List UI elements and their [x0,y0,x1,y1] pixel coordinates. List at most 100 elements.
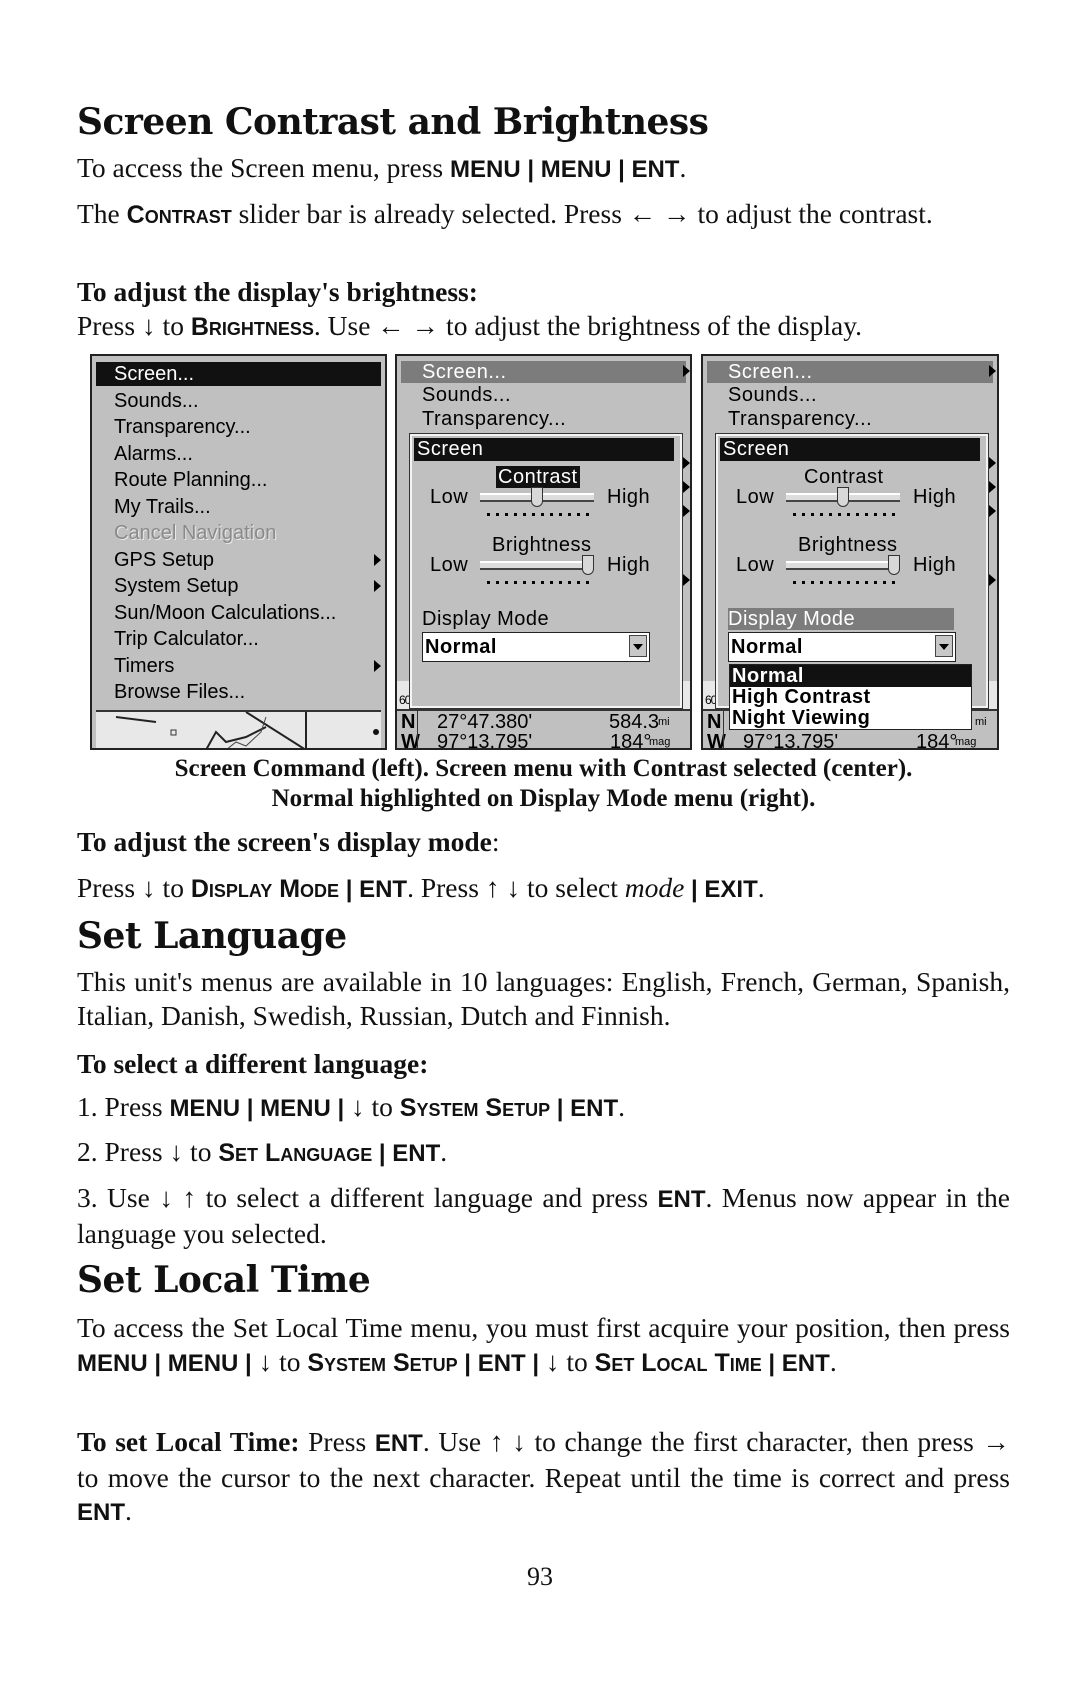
text-run: . Press ↑ ↓ to select [407,872,625,903]
slider-tick-marks [487,513,589,516]
text-run: To access the Set Local Time menu, you m… [77,1312,1010,1343]
page-number: 93 [527,1562,553,1591]
slider-tick-marks [793,581,895,584]
menu-item[interactable]: Screen... [114,363,194,385]
brightness-slider-thumb[interactable] [888,555,901,575]
text-run: slider bar is already selected. Press ← … [231,198,933,229]
display-mode-option[interactable]: Normal [730,665,971,687]
display-mode-option[interactable]: High Contrast [730,686,971,708]
text-run: . [829,1345,837,1377]
divider [723,709,724,748]
paragraph: This unit's menus are available in 10 la… [77,965,1010,1032]
contrast-label: Contrast [804,466,884,488]
brightness-slider[interactable] [786,561,900,570]
step-3: 3. Use ↓ ↑ to select a different languag… [77,1181,1010,1250]
menu-item[interactable]: Sounds... [114,390,199,412]
paragraph: The Contrast slider bar is already selec… [77,197,1010,233]
low-label: Low [736,554,775,576]
brightness-label: Brightness [798,534,898,556]
screen-center-contrast: Screen...Sounds...Transparency...60miNW2… [395,354,692,750]
bearing: 184° [610,731,652,750]
text-run: ↓ to [545,1345,595,1377]
submenu-arrow-icon [683,365,690,377]
menu-item[interactable]: Route Planning... [114,469,267,491]
display-mode-dropdown[interactable]: Normal [422,632,650,662]
lat-direction: N [401,711,416,733]
chevron-down-icon[interactable] [935,635,953,657]
text-run: Press ↓ to [77,872,191,903]
paragraph: To set Local Time: Press ENT. Use ↑ ↓ to… [77,1425,1010,1530]
slider-tick-marks [793,513,895,516]
text-run: To set Local Time: [77,1426,300,1457]
brightness-slider-thumb[interactable] [582,555,595,575]
display-mode-option[interactable]: Night Viewing [730,707,971,729]
key-label: MENU | MENU | [169,1095,351,1122]
text-run: ↓ to [258,1345,308,1377]
menu-item[interactable]: Cancel Navigation [114,522,276,544]
menu-item[interactable]: Trip Calculator... [114,628,259,650]
distance-unit: mi [658,716,670,728]
key-label: ENT [374,1430,423,1457]
brightness-slider[interactable] [480,561,594,570]
low-label: Low [430,554,469,576]
submenu-arrow-icon [989,481,996,493]
text-run: ↓ to [350,1091,400,1122]
display-mode-options-list: Normal High Contrast Night Viewing [729,664,972,730]
display-mode-dropdown[interactable]: Normal [728,632,956,662]
subheading: To adjust the screen's display mode: [77,825,1010,859]
distance: 584.3 [609,711,660,733]
text-run: This unit's menus are available in 10 la… [77,966,1010,1031]
step-2: 2. Press ↓ to Set Language | ENT. [77,1135,1010,1171]
slider-tick-marks [487,581,589,584]
menu-item[interactable]: Transparency... [114,416,251,438]
dialog-title: Screen [414,438,674,461]
menu-item[interactable]: System Setup [114,575,239,597]
menu-item[interactable]: Sounds... [422,384,511,406]
step-1: 1. Press MENU | MENU | ↓ to System Setup… [77,1090,1010,1126]
text-run: . [618,1091,626,1122]
menu-command: Contrast [126,201,232,229]
menu-command: Set Local Time [594,1348,762,1377]
text-run: . [757,872,765,903]
menu-item[interactable]: My Trails... [114,496,211,518]
menu-item[interactable]: Sun/Moon Calculations... [114,602,336,624]
heading-set-local-time: Set Local Time [77,1259,371,1301]
menu-command: Brightness [190,313,314,341]
key-label: ENT [657,1186,706,1213]
menu-item[interactable]: Transparency... [422,408,566,430]
submenu-arrow-icon [374,580,381,592]
menu-item[interactable]: Screen... [728,361,813,383]
screen-dialog: Screen Contrast Low High Brightness Low High Di… [409,433,683,709]
menu-item[interactable]: Timers [114,655,174,677]
text-run: 3. Use ↓ ↑ to select a different languag… [77,1182,658,1213]
key-label: | EXIT [684,876,758,903]
key-label: MENU | MENU | ENT [450,156,680,183]
menu-command: Set Language [218,1139,373,1167]
text-run: . Use ← → to adjust the brightness of th… [313,310,863,341]
lat-direction: N [707,711,722,733]
menu-item[interactable]: Screen... [422,361,507,383]
contrast-slider-thumb[interactable] [837,487,849,507]
menu-item[interactable]: Alarms... [114,443,193,465]
text-run: The [77,198,127,229]
key-label: MENU | MENU | [77,1349,259,1377]
text-run: 2. Press ↓ to [77,1136,219,1167]
chevron-down-icon[interactable] [629,635,647,657]
text-run: Press [299,1426,375,1457]
screen-left-main-menu: Screen... Sounds... Transparency... Alarms.… [90,354,387,750]
latitude: 27°47.380' [437,711,533,733]
heading-screen-contrast: Screen Contrast and Brightness [77,101,709,143]
low-label: Low [430,486,469,508]
figure-caption-line1: Screen Command (left). Screen menu with … [174,755,913,782]
map-strip [96,710,381,748]
menu-item[interactable]: Browse Files... [114,681,245,703]
low-label: Low [736,486,775,508]
contrast-slider-thumb[interactable] [531,487,543,507]
menu-item[interactable]: Transparency... [728,408,872,430]
text-run: . [125,1495,132,1526]
key-label: | ENT [339,876,408,903]
display-mode-label: Display Mode [422,608,550,630]
menu-item[interactable]: GPS Setup [114,549,214,571]
menu-item[interactable]: Sounds... [728,384,817,406]
text-run: . [679,152,687,183]
